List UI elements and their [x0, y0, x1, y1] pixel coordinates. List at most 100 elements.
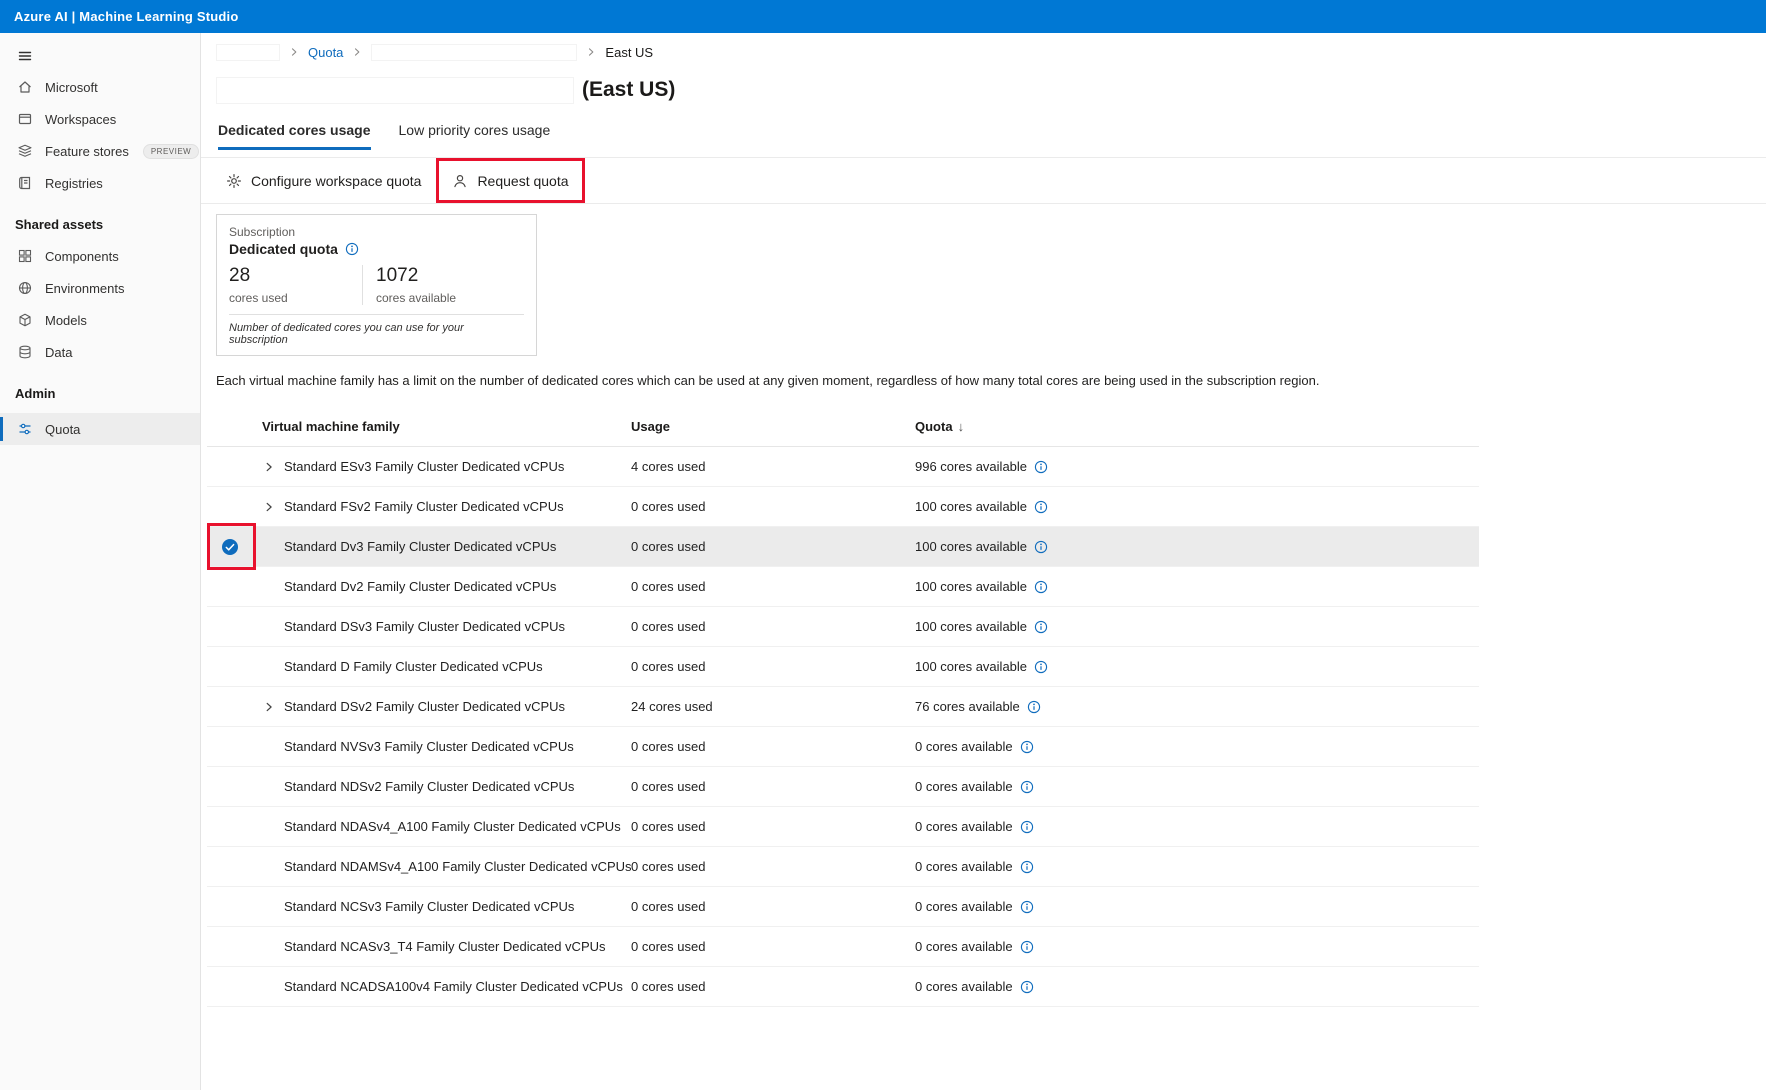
table-row[interactable]: Standard Dv3 Family Cluster Dedicated vC… — [207, 527, 1479, 567]
person-icon — [452, 173, 468, 189]
sidebar-item-workspaces[interactable]: Workspaces — [0, 103, 200, 135]
tab-low-priority-cores-usage[interactable]: Low priority cores usage — [399, 122, 551, 150]
usage-value: 0 cores used — [631, 899, 705, 914]
table-row[interactable]: Standard NCSv3 Family Cluster Dedicated … — [207, 887, 1479, 927]
table-row[interactable]: Standard FSv2 Family Cluster Dedicated v… — [207, 487, 1479, 527]
info-icon[interactable] — [1034, 460, 1048, 474]
info-icon[interactable] — [1020, 940, 1034, 954]
info-icon[interactable] — [1027, 700, 1041, 714]
environments-icon — [17, 280, 33, 296]
usage-value: 0 cores used — [631, 779, 705, 794]
quota-cell: 0 cores available — [915, 847, 1479, 886]
chevron-right-icon[interactable] — [263, 461, 275, 473]
table-row[interactable]: Standard D Family Cluster Dedicated vCPU… — [207, 647, 1479, 687]
sidebar-item-microsoft[interactable]: Microsoft — [0, 71, 200, 103]
card-footnote: Number of dedicated cores you can use fo… — [229, 322, 524, 346]
family-cell: Standard DSv2 Family Cluster Dedicated v… — [207, 687, 631, 726]
sidebar-item-label: Feature stores — [45, 144, 129, 159]
row-lead — [207, 927, 284, 966]
app-title[interactable]: Azure AI | Machine Learning Studio — [14, 9, 238, 24]
info-icon[interactable] — [1020, 980, 1034, 994]
info-icon[interactable] — [1034, 500, 1048, 514]
family-cell: Standard NVSv3 Family Cluster Dedicated … — [207, 727, 631, 766]
table-row[interactable]: Standard NVSv3 Family Cluster Dedicated … — [207, 727, 1479, 767]
hamburger-icon — [17, 48, 33, 64]
row-lead — [207, 727, 284, 766]
registries-icon — [17, 175, 33, 191]
breadcrumb: Quota East US — [216, 42, 1766, 62]
request-quota-button[interactable]: Request quota — [441, 161, 579, 200]
usage-value: 0 cores used — [631, 619, 705, 634]
family-cell: Standard D Family Cluster Dedicated vCPU… — [207, 647, 631, 686]
info-icon[interactable] — [1034, 660, 1048, 674]
family-cell: Standard Dv3 Family Cluster Dedicated vC… — [207, 527, 631, 566]
tab-dedicated-cores-usage[interactable]: Dedicated cores usage — [218, 122, 371, 150]
configure-workspace-quota-button[interactable]: Configure workspace quota — [215, 158, 432, 203]
family-cell: Standard ESv3 Family Cluster Dedicated v… — [207, 447, 631, 486]
quota-value: 100 cores available — [915, 619, 1027, 634]
chevron-right-icon[interactable] — [263, 501, 275, 513]
card-eyebrow: Subscription — [229, 225, 524, 239]
info-icon[interactable] — [1020, 860, 1034, 874]
sidebar-item-environments[interactable]: Environments — [0, 272, 200, 304]
family-cell: Standard NCSv3 Family Cluster Dedicated … — [207, 887, 631, 926]
table-row[interactable]: Standard Dv2 Family Cluster Dedicated vC… — [207, 567, 1479, 607]
components-icon — [17, 248, 33, 264]
hamburger-menu-button[interactable] — [0, 41, 200, 71]
quota-cell: 0 cores available — [915, 807, 1479, 846]
card-divider — [229, 314, 524, 315]
quota-cell: 0 cores available — [915, 887, 1479, 926]
info-icon[interactable] — [1020, 780, 1034, 794]
row-lead — [207, 687, 284, 726]
home-icon — [17, 79, 33, 95]
sidebar-item-label: Environments — [45, 281, 124, 296]
breadcrumb-quota-link[interactable]: Quota — [308, 45, 343, 60]
quota-value: 0 cores available — [915, 859, 1013, 874]
usage-value: 0 cores used — [631, 819, 705, 834]
preview-badge: PREVIEW — [143, 144, 199, 159]
sidebar-item-models[interactable]: Models — [0, 304, 200, 336]
row-lead — [207, 887, 284, 926]
sort-descending-icon: ↓ — [958, 419, 965, 434]
quota-cell: 0 cores available — [915, 967, 1479, 1006]
table-row[interactable]: Standard DSv3 Family Cluster Dedicated v… — [207, 607, 1479, 647]
sidebar-item-quota[interactable]: Quota — [0, 413, 200, 445]
sidebar-item-feature-stores[interactable]: Feature stores PREVIEW — [0, 135, 200, 167]
info-icon[interactable] — [345, 242, 359, 256]
table-row[interactable]: Standard NDASv4_A100 Family Cluster Dedi… — [207, 807, 1479, 847]
family-cell: Standard NDASv4_A100 Family Cluster Dedi… — [207, 807, 631, 846]
info-icon[interactable] — [1020, 900, 1034, 914]
info-icon[interactable] — [1034, 540, 1048, 554]
vm-table-body: Standard ESv3 Family Cluster Dedicated v… — [207, 447, 1479, 1007]
table-row[interactable]: Standard NCASv3_T4 Family Cluster Dedica… — [207, 927, 1479, 967]
selected-check-icon[interactable] — [221, 538, 239, 556]
info-icon[interactable] — [1020, 740, 1034, 754]
vm-family-label: Standard D Family Cluster Dedicated vCPU… — [284, 659, 543, 674]
usage-value: 24 cores used — [631, 699, 713, 714]
header-quota-label: Quota — [915, 419, 953, 434]
quota-value: 100 cores available — [915, 499, 1027, 514]
table-row[interactable]: Standard ESv3 Family Cluster Dedicated v… — [207, 447, 1479, 487]
page-title-row: (East US) — [216, 75, 1766, 105]
top-bar: Azure AI | Machine Learning Studio — [0, 0, 1766, 33]
table-row[interactable]: Standard NCADSA100v4 Family Cluster Dedi… — [207, 967, 1479, 1007]
table-row[interactable]: Standard NDSv2 Family Cluster Dedicated … — [207, 767, 1479, 807]
table-row[interactable]: Standard NDAMSv4_A100 Family Cluster Ded… — [207, 847, 1479, 887]
chevron-right-icon[interactable] — [263, 701, 275, 713]
workspaces-icon — [17, 111, 33, 127]
usage-cell: 0 cores used — [631, 927, 915, 966]
info-icon[interactable] — [1034, 580, 1048, 594]
family-cell: Standard Dv2 Family Cluster Dedicated vC… — [207, 567, 631, 606]
main-content: Quota East US (East US) Dedicated cores … — [201, 33, 1766, 1090]
info-icon[interactable] — [1034, 620, 1048, 634]
vm-family-label: Standard NCSv3 Family Cluster Dedicated … — [284, 899, 574, 914]
sidebar-item-components[interactable]: Components — [0, 240, 200, 272]
sidebar-section-admin: Admin — [15, 386, 200, 401]
sidebar-item-registries[interactable]: Registries — [0, 167, 200, 199]
info-icon[interactable] — [1020, 820, 1034, 834]
table-row[interactable]: Standard DSv2 Family Cluster Dedicated v… — [207, 687, 1479, 727]
sidebar-item-data[interactable]: Data — [0, 336, 200, 368]
usage-value: 0 cores used — [631, 579, 705, 594]
vm-family-label: Standard ESv3 Family Cluster Dedicated v… — [284, 459, 564, 474]
header-quota[interactable]: Quota ↓ — [915, 407, 1479, 446]
